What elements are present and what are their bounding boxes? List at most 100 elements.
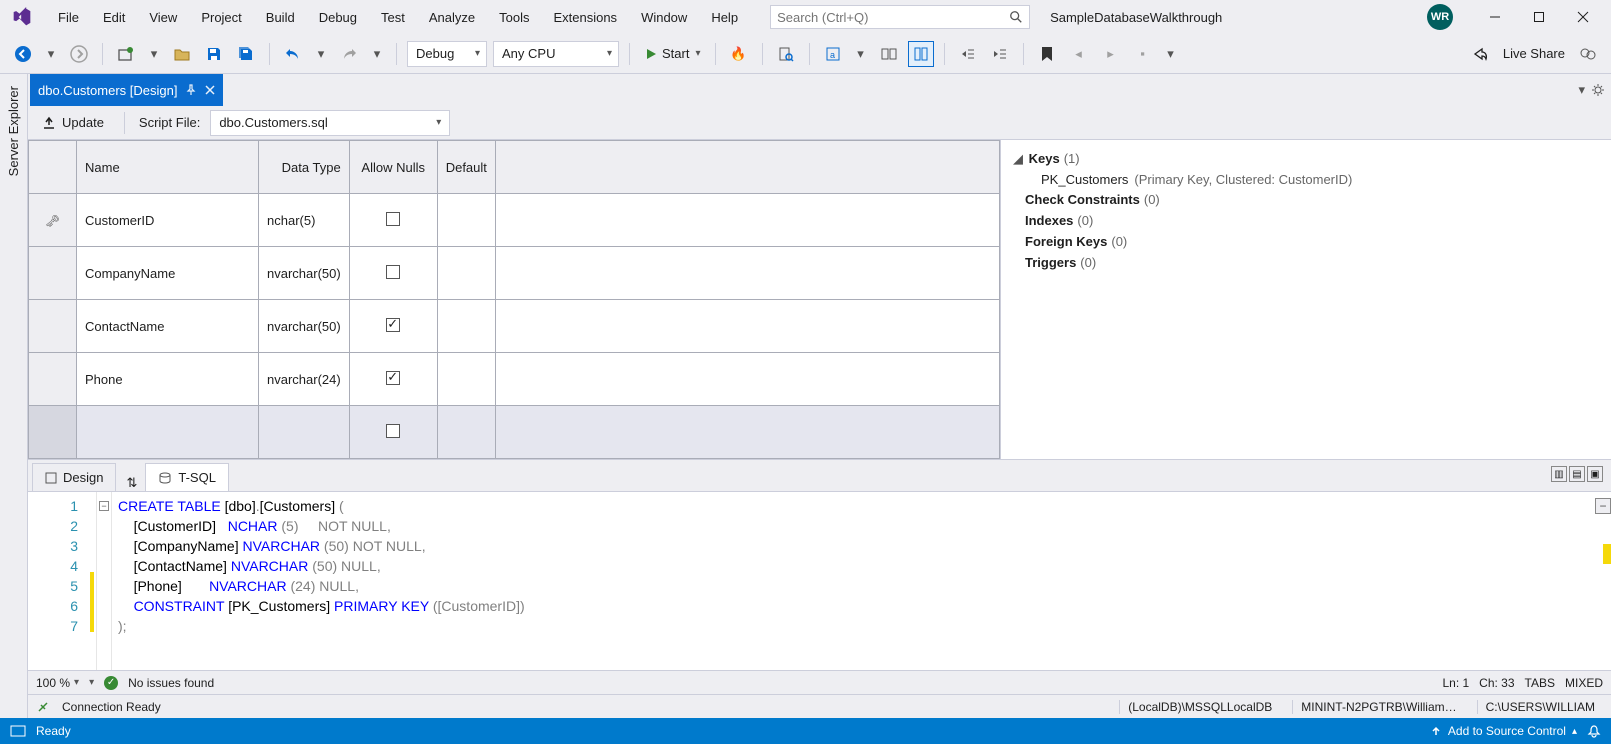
collapse-icon[interactable]: ◢ (1013, 151, 1025, 167)
next-bookmark-button[interactable]: ▸ (1098, 41, 1124, 67)
cell-name[interactable]: CustomerID (77, 194, 259, 247)
server-explorer-collapsed-tab[interactable]: Server Explorer (0, 74, 28, 718)
window-maximize-button[interactable] (1517, 2, 1561, 32)
redo-button[interactable] (336, 41, 362, 67)
menu-view[interactable]: View (137, 4, 189, 31)
live-share-label[interactable]: Live Share (1503, 46, 1565, 61)
line-endings[interactable]: MIXED (1565, 676, 1603, 690)
split-editor-button[interactable]: − (1595, 498, 1611, 514)
output-window-icon[interactable] (10, 725, 26, 737)
tab-design[interactable]: Design (32, 463, 116, 491)
menu-extensions[interactable]: Extensions (541, 4, 629, 31)
menu-debug[interactable]: Debug (307, 4, 369, 31)
menu-file[interactable]: File (46, 4, 91, 31)
outlining-gutter[interactable]: − (96, 492, 112, 670)
cell-name[interactable]: CompanyName (77, 247, 259, 300)
cell-default[interactable] (437, 300, 495, 353)
connection-user[interactable]: MININT-N2PGTRB\William… (1292, 700, 1464, 714)
tab-tsql[interactable]: T-SQL (145, 463, 229, 491)
prev-bookmark-button[interactable]: ◂ (1066, 41, 1092, 67)
allow-nulls-checkbox[interactable] (386, 318, 400, 332)
cell-datatype[interactable]: nvarchar(50) (259, 247, 350, 300)
col-header-default[interactable]: Default (437, 141, 495, 194)
outdent-button[interactable] (955, 41, 981, 67)
menu-edit[interactable]: Edit (91, 4, 137, 31)
feedback-button[interactable] (1575, 41, 1601, 67)
allow-nulls-checkbox[interactable] (386, 265, 400, 279)
search-box[interactable] (770, 5, 1030, 29)
cell-default[interactable] (437, 194, 495, 247)
grid-row-contactname[interactable]: ContactName nvarchar(50) (29, 300, 1000, 353)
connection-server[interactable]: (LocalDB)\MSSQLLocalDB (1119, 700, 1280, 714)
window-minimize-button[interactable] (1473, 2, 1517, 32)
toolbar-button-a[interactable]: a (820, 41, 846, 67)
undo-button[interactable] (280, 41, 306, 67)
cell-datatype[interactable]: nvarchar(24) (259, 353, 350, 406)
update-button[interactable]: Update (36, 113, 110, 132)
menu-window[interactable]: Window (629, 4, 699, 31)
menu-project[interactable]: Project (189, 4, 253, 31)
split-vertical-button[interactable]: ▤ (1569, 466, 1585, 482)
search-input[interactable] (777, 10, 1009, 25)
bookmarks-dropdown[interactable]: ▾ (1162, 41, 1180, 67)
solution-explorer-gear-icon[interactable] (1591, 83, 1605, 97)
save-button[interactable] (201, 41, 227, 67)
save-all-button[interactable] (233, 41, 259, 67)
swap-panes-button[interactable]: ⇅ (118, 475, 145, 491)
new-project-button[interactable] (113, 41, 139, 67)
menu-build[interactable]: Build (254, 4, 307, 31)
zoom-select[interactable]: 100 %▾ (36, 676, 79, 690)
find-in-files-button[interactable] (773, 41, 799, 67)
clear-bookmarks-button[interactable]: ▪ (1130, 41, 1156, 67)
check-constraints-section[interactable]: Check Constraints(0) (1013, 189, 1599, 210)
key-item[interactable]: PK_Customers(Primary Key, Clustered: Cus… (1013, 170, 1599, 189)
window-close-button[interactable] (1561, 2, 1605, 32)
indent-mode[interactable]: TABS (1525, 676, 1555, 690)
pin-icon[interactable] (185, 84, 197, 96)
live-share-icon[interactable] (1467, 41, 1493, 67)
col-header-allownulls[interactable]: Allow Nulls (349, 141, 437, 194)
cell-name[interactable]: Phone (77, 353, 259, 406)
keys-section[interactable]: ◢ Keys(1) (1013, 148, 1599, 170)
bookmark-button[interactable] (1034, 41, 1060, 67)
solution-platform-select[interactable]: Any CPU (493, 41, 619, 67)
foreign-keys-section[interactable]: Foreign Keys(0) (1013, 231, 1599, 252)
grid-row-customerid[interactable]: 🗝 CustomerID nchar(5) (29, 194, 1000, 247)
cell-datatype[interactable]: nvarchar(50) (259, 300, 350, 353)
toolbar-button-c[interactable] (908, 41, 934, 67)
cell-default[interactable] (437, 247, 495, 300)
notifications-icon[interactable] (1587, 724, 1601, 738)
solution-config-select[interactable]: Debug (407, 41, 487, 67)
toolbar-button-a-dropdown[interactable]: ▾ (852, 41, 870, 67)
user-avatar[interactable]: WR (1427, 4, 1453, 30)
split-horizontal-button[interactable]: ▥ (1551, 466, 1567, 482)
close-icon[interactable] (205, 85, 215, 95)
document-tab-customers[interactable]: dbo.Customers [Design] (30, 74, 223, 106)
toolbar-button-b[interactable] (876, 41, 902, 67)
triggers-section[interactable]: Triggers(0) (1013, 252, 1599, 273)
nav-forward-button[interactable] (66, 41, 92, 67)
menu-tools[interactable]: Tools (487, 4, 541, 31)
allow-nulls-checkbox[interactable] (386, 424, 400, 438)
menu-test[interactable]: Test (369, 4, 417, 31)
code-area[interactable]: CREATE TABLE [dbo].[Customers] ( [Custom… (112, 492, 531, 670)
tab-overflow-dropdown[interactable]: ▾ (1578, 82, 1585, 98)
hot-reload-button[interactable]: 🔥 (726, 41, 752, 67)
cell-default[interactable] (437, 353, 495, 406)
indexes-section[interactable]: Indexes(0) (1013, 210, 1599, 231)
allow-nulls-checkbox[interactable] (386, 212, 400, 226)
connection-path[interactable]: C:\USERS\WILLIAM (1477, 700, 1603, 714)
nav-back-button[interactable] (10, 41, 36, 67)
nav-back-dropdown[interactable]: ▾ (42, 41, 60, 67)
redo-dropdown[interactable]: ▾ (368, 41, 386, 67)
script-file-select[interactable]: dbo.Customers.sql (210, 110, 450, 136)
menu-help[interactable]: Help (699, 4, 750, 31)
new-project-dropdown[interactable]: ▾ (145, 41, 163, 67)
tsql-editor[interactable]: 1234567 − CREATE TABLE [dbo].[Customers]… (28, 492, 1611, 670)
add-to-source-control[interactable]: Add to Source Control ▴ (1430, 724, 1577, 738)
grid-row-new[interactable] (29, 406, 1000, 459)
maximize-pane-button[interactable]: ▣ (1587, 466, 1603, 482)
allow-nulls-checkbox[interactable] (386, 371, 400, 385)
cell-datatype[interactable]: nchar(5) (259, 194, 350, 247)
col-header-name[interactable]: Name (77, 141, 259, 194)
